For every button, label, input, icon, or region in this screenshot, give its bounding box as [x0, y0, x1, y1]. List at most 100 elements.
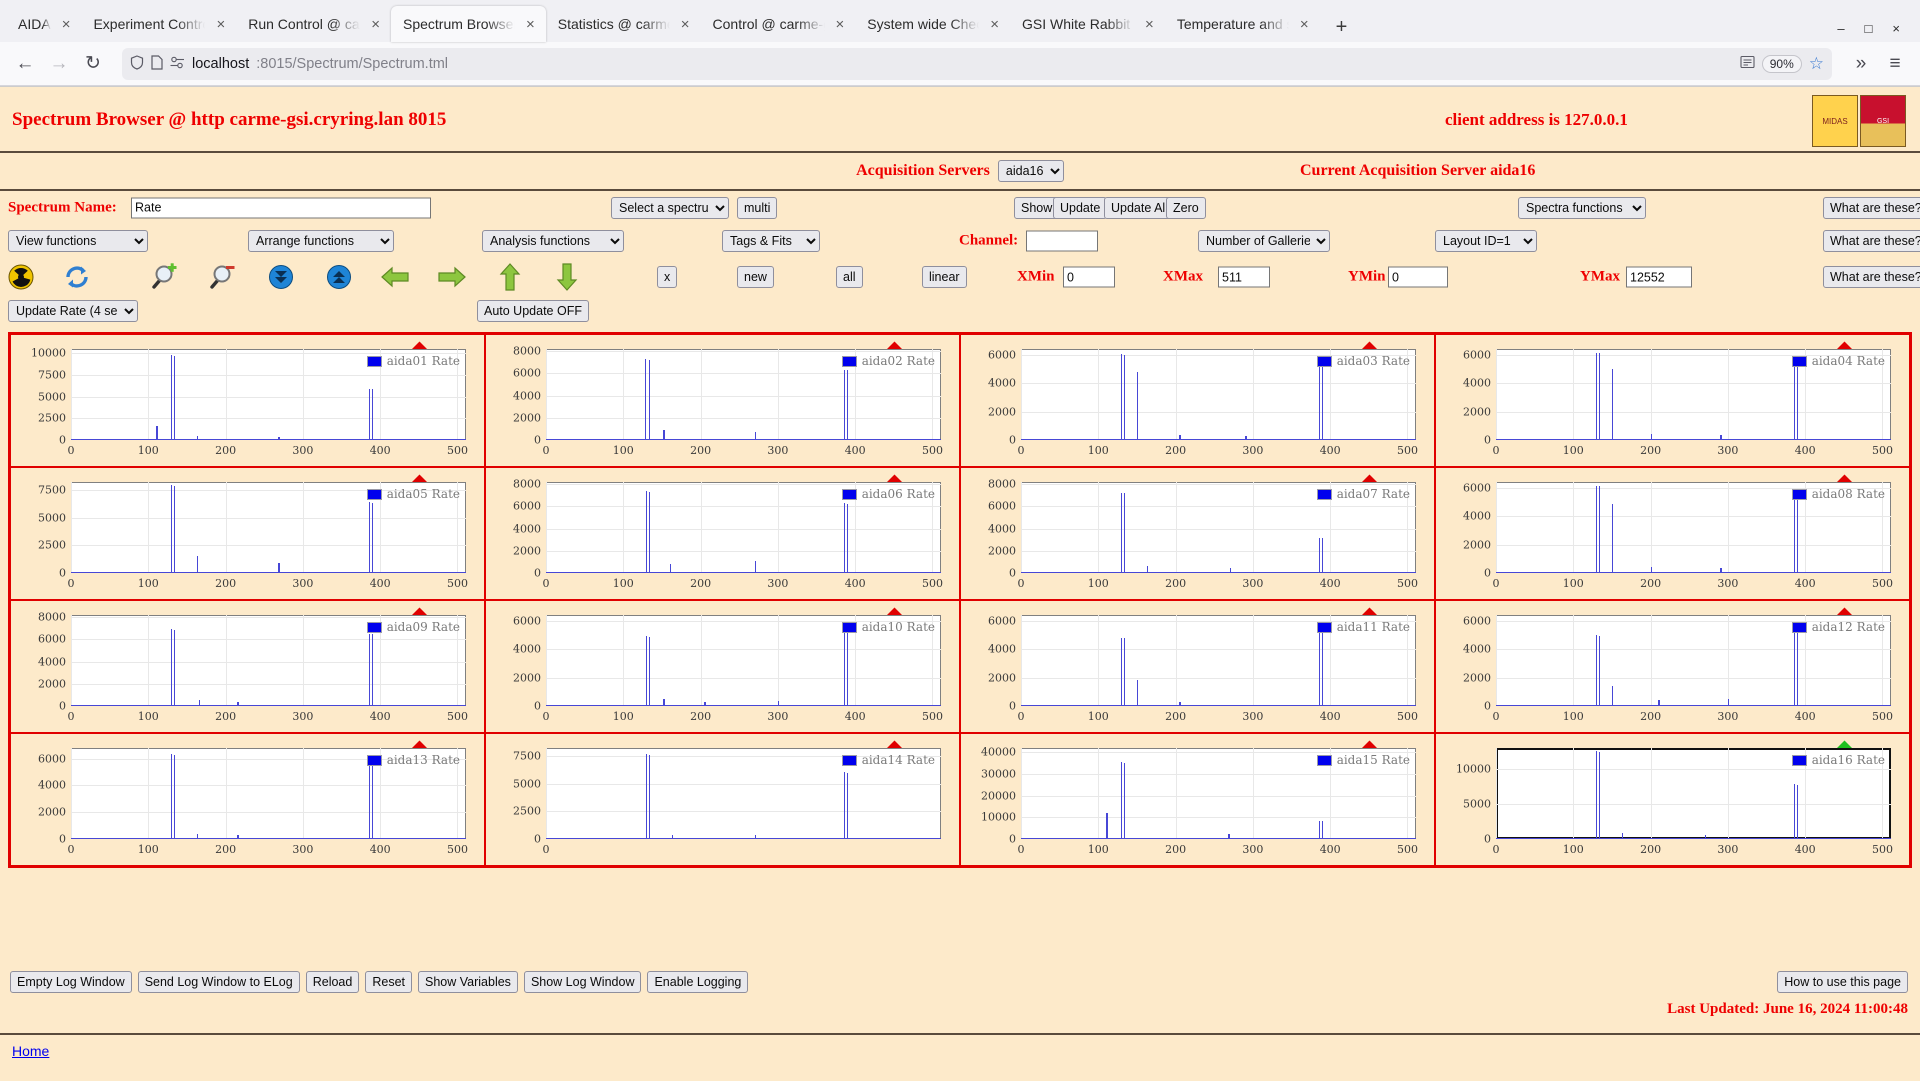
footer-reload-button[interactable]: Reload — [306, 971, 360, 993]
update-rate-row: Update Rate (4 secs) Auto Update OFF — [0, 296, 1920, 326]
ymin-input[interactable] — [1388, 267, 1448, 288]
footer-reset-button[interactable]: Reset — [365, 971, 412, 993]
spectrum-cell[interactable]: 00250050007500aida14 Rate — [485, 733, 960, 866]
xmax-input[interactable] — [1218, 267, 1270, 288]
minimize-button[interactable]: – — [1837, 21, 1844, 36]
legend-label: aida16 Rate — [1812, 753, 1885, 767]
bookmark-star-icon[interactable]: ☆ — [1809, 54, 1824, 74]
all-button[interactable]: all — [836, 266, 863, 288]
ymax-input[interactable] — [1626, 267, 1692, 288]
spectrum-name-input[interactable] — [131, 197, 431, 218]
spectrum-cell[interactable]: 010020030040050002000400060008000aida07 … — [960, 467, 1435, 600]
spectrum-cell[interactable]: 01002003004005000250050007500aida05 Rate — [10, 467, 485, 600]
permissions-icon[interactable] — [170, 56, 185, 72]
collapse-up-icon[interactable] — [324, 262, 354, 292]
tab-close-icon[interactable]: × — [523, 15, 538, 34]
select-spectrum-dropdown[interactable]: Select a spectrum — [611, 197, 729, 219]
grid-line — [1496, 769, 1891, 770]
spectrum-cell[interactable]: 0100200300400500010000200003000040000aid… — [960, 733, 1435, 866]
update-all-button[interactable]: Update All — [1104, 197, 1175, 219]
browser-tab[interactable]: GSI White Rabbit Tim× — [1010, 6, 1165, 42]
forward-button[interactable]: → — [44, 49, 74, 79]
arrow-left-icon[interactable] — [380, 262, 410, 292]
number-of-galleries-dropdown[interactable]: Number of Galleries — [1198, 230, 1330, 252]
tab-close-icon[interactable]: × — [59, 15, 74, 34]
spectrum-cell[interactable]: 01002003004005000200040006000aida04 Rate — [1435, 334, 1910, 467]
browser-tab[interactable]: Temperature and stat× — [1165, 6, 1320, 42]
new-tab-button[interactable]: + — [1326, 12, 1358, 42]
multi-button[interactable]: multi — [737, 197, 777, 219]
spectra-functions-dropdown[interactable]: Spectra functions — [1518, 197, 1646, 219]
overflow-menu-button[interactable]: » — [1846, 49, 1876, 79]
footer-show-variables-button[interactable]: Show Variables — [418, 971, 518, 993]
spectrum-cell[interactable]: 01002003004005000500010000aida16 Rate — [1435, 733, 1910, 866]
layout-id-dropdown[interactable]: Layout ID=1 — [1435, 230, 1537, 252]
arrow-down-icon[interactable] — [552, 262, 582, 292]
maximize-button[interactable]: □ — [1865, 21, 1873, 36]
address-bar[interactable]: localhost:8015/Spectrum/Spectrum.tml 90%… — [122, 48, 1832, 80]
browser-tab[interactable]: Statistics @ carme-gs× — [546, 6, 701, 42]
arrange-functions-dropdown[interactable]: Arrange functions — [248, 230, 394, 252]
spectrum-peak — [847, 623, 849, 706]
linear-button[interactable]: linear — [922, 266, 967, 288]
zero-button[interactable]: Zero — [1166, 197, 1206, 219]
spectrum-cell[interactable]: 01002003004005000200040006000aida11 Rate — [960, 600, 1435, 733]
refresh-icon[interactable] — [62, 262, 92, 292]
browser-tab[interactable]: AIDA× — [6, 6, 81, 42]
tab-close-icon[interactable]: × — [987, 15, 1002, 34]
auto-update-toggle[interactable]: Auto Update OFF — [477, 300, 589, 322]
update-button[interactable]: Update — [1053, 197, 1107, 219]
grid-line — [546, 551, 941, 552]
how-to-use-this-page-button[interactable]: How to use this page — [1777, 971, 1908, 993]
spectrum-cell[interactable]: 01002003004005000200040006000aida08 Rate — [1435, 467, 1910, 600]
update-rate-dropdown[interactable]: Update Rate (4 secs) — [8, 300, 138, 322]
spectrum-cell[interactable]: 01002003004005000200040006000aida13 Rate — [10, 733, 485, 866]
what-are-these-button-2[interactable]: What are these? — [1823, 230, 1920, 252]
radiation-icon[interactable] — [6, 262, 36, 292]
xmin-input[interactable] — [1063, 267, 1115, 288]
arrow-up-icon[interactable] — [495, 262, 525, 292]
browser-tab[interactable]: Spectrum Browser @ c× — [391, 6, 546, 42]
view-functions-dropdown[interactable]: View functions — [8, 230, 148, 252]
x-button[interactable]: x — [657, 266, 677, 288]
spectrum-cell[interactable]: 01002003004005000200040006000aida10 Rate — [485, 600, 960, 733]
tab-close-icon[interactable]: × — [678, 15, 693, 34]
acquisition-server-select[interactable]: aida16 — [998, 160, 1064, 182]
footer-enable-logging-button[interactable]: Enable Logging — [647, 971, 748, 993]
browser-tab[interactable]: Experiment Control @ c× — [81, 6, 236, 42]
what-are-these-button-1[interactable]: What are these? — [1823, 197, 1920, 219]
new-button[interactable]: new — [737, 266, 774, 288]
tab-close-icon[interactable]: × — [213, 15, 228, 34]
reader-view-icon[interactable] — [1740, 55, 1755, 72]
spectrum-cell[interactable]: 010020030040050002000400060008000aida06 … — [485, 467, 960, 600]
tab-close-icon[interactable]: × — [833, 15, 848, 34]
home-link[interactable]: Home — [12, 1043, 49, 1059]
tab-close-icon[interactable]: × — [1142, 15, 1157, 34]
back-button[interactable]: ← — [10, 49, 40, 79]
spectrum-cell[interactable]: 01002003004005000200040006000aida03 Rate — [960, 334, 1435, 467]
expand-down-icon[interactable] — [266, 262, 296, 292]
browser-tab[interactable]: System wide Checks (× — [855, 6, 1010, 42]
spectrum-cell[interactable]: 0100200300400500025005000750010000aida01… — [10, 334, 485, 467]
browser-tab[interactable]: Run Control @ carme× — [236, 6, 391, 42]
channel-input[interactable] — [1026, 231, 1098, 252]
spectrum-cell[interactable]: 010020030040050002000400060008000aida09 … — [10, 600, 485, 733]
spectrum-cell[interactable]: 01002003004005000200040006000aida12 Rate — [1435, 600, 1910, 733]
what-are-these-button-3[interactable]: What are these? — [1823, 266, 1920, 288]
tab-close-icon[interactable]: × — [368, 15, 383, 34]
arrow-right-icon[interactable] — [437, 262, 467, 292]
zoom-out-icon[interactable] — [208, 262, 238, 292]
browser-tab[interactable]: Control @ carme-gsi× — [701, 6, 856, 42]
tab-close-icon[interactable]: × — [1297, 15, 1312, 34]
footer-empty-log-window-button[interactable]: Empty Log Window — [10, 971, 132, 993]
app-menu-button[interactable]: ≡ — [1880, 49, 1910, 79]
reload-button[interactable]: ↻ — [78, 49, 108, 79]
footer-send-log-window-to-elog-button[interactable]: Send Log Window to ELog — [138, 971, 300, 993]
zoom-in-icon[interactable] — [150, 262, 180, 292]
close-window-button[interactable]: × — [1892, 21, 1900, 36]
tags-and-fits-dropdown[interactable]: Tags & Fits — [722, 230, 820, 252]
zoom-level-badge[interactable]: 90% — [1762, 55, 1802, 73]
analysis-functions-dropdown[interactable]: Analysis functions — [482, 230, 624, 252]
footer-show-log-window-button[interactable]: Show Log Window — [524, 971, 642, 993]
spectrum-cell[interactable]: 010020030040050002000400060008000aida02 … — [485, 334, 960, 467]
